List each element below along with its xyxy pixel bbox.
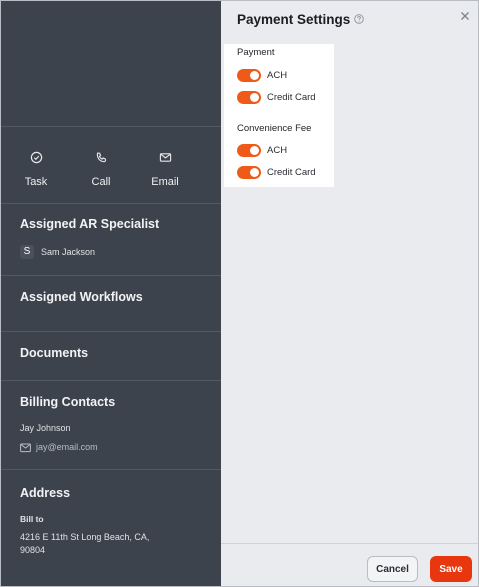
close-icon[interactable] [459,10,471,22]
contact-name: Jay Johnson [20,423,71,433]
background-page: Task Call Email S Assigned AR Spec [1,1,221,586]
divider [1,331,221,332]
divider [1,203,221,204]
payment-ach-toggle[interactable] [237,69,261,82]
convenience-fee-group-label: Convenience Fee [237,123,312,134]
divider [1,126,221,127]
documents-heading[interactable]: Documents [20,346,88,360]
toggle-label: Credit Card [267,92,316,103]
partial-action[interactable]: S [204,151,221,190]
address-line-1: 4216 E 11th St Long Beach, CA, [20,532,150,542]
call-action[interactable]: Call [76,151,126,190]
payment-settings-panel: Payment Settings Payment ACH Credit Card… [221,1,478,586]
toggle-label: ACH [267,70,288,81]
toggle-knob [250,71,259,80]
email-label: Email [151,176,179,188]
toggle-knob [250,146,259,155]
assigned-workflows-heading[interactable]: Assigned Workflows [20,290,143,304]
specialist-name[interactable]: Sam Jackson [41,247,95,257]
toggle-label: ACH [267,145,288,156]
bill-to-label: Bill to [20,514,44,524]
cancel-button[interactable]: Cancel [367,556,418,582]
toggle-label: Credit Card [267,167,316,178]
phone-icon [96,152,106,163]
help-icon[interactable] [354,14,364,24]
settings-card: Payment ACH Credit Card Convenience Fee … [224,44,334,187]
payment-group-label: Payment [237,47,275,58]
panel-title: Payment Settings [237,12,351,27]
app-frame: Task Call Email S Assigned AR Spec [0,0,479,587]
fee-credit-card-toggle[interactable] [237,166,261,179]
task-action[interactable]: Task [11,151,61,190]
contact-email[interactable]: jay@email.com [36,442,98,452]
divider [1,275,221,276]
address-heading: Address [20,486,71,500]
address-line-2: 90804 [20,545,46,555]
mail-icon [159,153,171,162]
mail-icon [20,443,31,453]
task-label: Task [24,176,48,188]
panel-footer: Cancel Save [221,543,478,586]
toggle-knob [250,93,259,102]
avatar: S [20,245,34,259]
email-action[interactable]: Email [140,151,190,190]
toggle-knob [250,168,259,177]
check-circle-icon [30,151,42,164]
assigned-ar-specialist-heading: Assigned AR Specialist [20,217,160,231]
call-label: Call [91,176,111,188]
payment-credit-card-toggle[interactable] [237,91,261,104]
billing-contacts-heading: Billing Contacts [20,395,116,409]
save-button[interactable]: Save [430,556,472,582]
fee-ach-toggle[interactable] [237,144,261,157]
divider [1,380,221,381]
divider [1,469,221,470]
